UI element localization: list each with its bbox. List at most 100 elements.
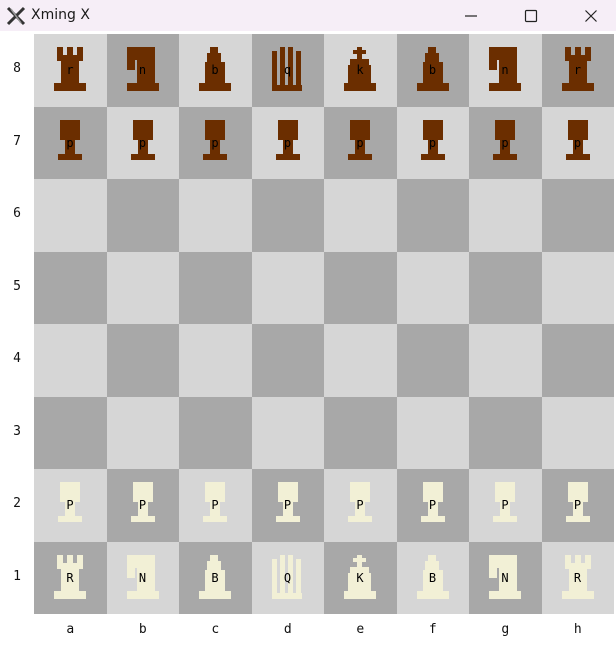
black-bishop-icon[interactable]: b — [195, 46, 235, 96]
black-rook-icon[interactable]: r — [50, 46, 90, 96]
white-bishop-icon[interactable]: B — [195, 554, 235, 604]
square-c4[interactable] — [179, 324, 252, 397]
square-h2[interactable]: P — [541, 469, 614, 542]
black-pawn-icon[interactable]: p — [195, 119, 235, 169]
square-d7[interactable]: p — [251, 106, 324, 179]
square-c3[interactable] — [179, 396, 252, 469]
square-a2[interactable]: P — [34, 469, 107, 542]
square-f6[interactable] — [396, 179, 469, 252]
square-c8[interactable]: b — [179, 34, 252, 107]
square-a5[interactable] — [34, 251, 107, 324]
square-f8[interactable]: b — [396, 34, 469, 107]
square-g6[interactable] — [469, 179, 542, 252]
white-pawn-icon[interactable]: P — [123, 481, 163, 531]
square-a3[interactable] — [34, 396, 107, 469]
square-c7[interactable]: p — [179, 106, 252, 179]
black-pawn-icon[interactable]: p — [123, 119, 163, 169]
square-d8[interactable]: q — [251, 34, 324, 107]
minimize-button[interactable] — [448, 0, 494, 31]
white-knight-icon[interactable]: N — [485, 554, 525, 604]
square-f1[interactable]: B — [396, 541, 469, 614]
square-g7[interactable]: p — [469, 106, 542, 179]
square-g3[interactable] — [469, 396, 542, 469]
chess-board[interactable]: r n b q k b n r p p p p p p p p P P P P P P P P R N B Q K B N R — [34, 34, 614, 614]
square-d6[interactable] — [251, 179, 324, 252]
square-b7[interactable]: p — [106, 106, 179, 179]
white-bishop-icon[interactable]: B — [413, 554, 453, 604]
square-d2[interactable]: P — [251, 469, 324, 542]
square-c1[interactable]: B — [179, 541, 252, 614]
white-king-icon[interactable]: K — [340, 554, 380, 604]
square-b6[interactable] — [106, 179, 179, 252]
white-knight-icon[interactable]: N — [123, 554, 163, 604]
square-g8[interactable]: n — [469, 34, 542, 107]
white-pawn-icon[interactable]: P — [340, 481, 380, 531]
square-d4[interactable] — [251, 324, 324, 397]
black-pawn-icon[interactable]: p — [268, 119, 308, 169]
square-h3[interactable] — [541, 396, 614, 469]
black-king-icon[interactable]: k — [340, 46, 380, 96]
black-bishop-icon[interactable]: b — [413, 46, 453, 96]
square-e1[interactable]: K — [324, 541, 397, 614]
square-h8[interactable]: r — [541, 34, 614, 107]
white-rook-icon[interactable]: R — [558, 554, 598, 604]
black-rook-icon[interactable]: r — [558, 46, 598, 96]
square-f4[interactable] — [396, 324, 469, 397]
square-a8[interactable]: r — [34, 34, 107, 107]
square-a6[interactable] — [34, 179, 107, 252]
square-h4[interactable] — [541, 324, 614, 397]
square-e2[interactable]: P — [324, 469, 397, 542]
square-d5[interactable] — [251, 251, 324, 324]
square-h6[interactable] — [541, 179, 614, 252]
square-e7[interactable]: p — [324, 106, 397, 179]
black-knight-icon[interactable]: n — [485, 46, 525, 96]
black-pawn-icon[interactable]: p — [340, 119, 380, 169]
square-b3[interactable] — [106, 396, 179, 469]
square-f2[interactable]: P — [396, 469, 469, 542]
white-pawn-icon[interactable]: P — [195, 481, 235, 531]
black-pawn-icon[interactable]: p — [485, 119, 525, 169]
white-pawn-icon[interactable]: P — [558, 481, 598, 531]
square-a1[interactable]: R — [34, 541, 107, 614]
square-e8[interactable]: k — [324, 34, 397, 107]
square-d3[interactable] — [251, 396, 324, 469]
black-knight-icon[interactable]: n — [123, 46, 163, 96]
square-e4[interactable] — [324, 324, 397, 397]
white-pawn-icon[interactable]: P — [485, 481, 525, 531]
close-button[interactable] — [568, 0, 614, 31]
square-g5[interactable] — [469, 251, 542, 324]
white-rook-icon[interactable]: R — [50, 554, 90, 604]
square-c2[interactable]: P — [179, 469, 252, 542]
square-a7[interactable]: p — [34, 106, 107, 179]
square-f3[interactable] — [396, 396, 469, 469]
black-pawn-icon[interactable]: p — [558, 119, 598, 169]
square-h7[interactable]: p — [541, 106, 614, 179]
white-pawn-icon[interactable]: P — [50, 481, 90, 531]
square-h5[interactable] — [541, 251, 614, 324]
square-e5[interactable] — [324, 251, 397, 324]
black-pawn-icon[interactable]: p — [50, 119, 90, 169]
square-b2[interactable]: P — [106, 469, 179, 542]
black-pawn-icon[interactable]: p — [413, 119, 453, 169]
maximize-button[interactable] — [508, 0, 554, 31]
black-queen-icon[interactable]: q — [268, 46, 308, 96]
square-b4[interactable] — [106, 324, 179, 397]
square-f5[interactable] — [396, 251, 469, 324]
square-b8[interactable]: n — [106, 34, 179, 107]
square-e6[interactable] — [324, 179, 397, 252]
white-pawn-icon[interactable]: P — [268, 481, 308, 531]
square-d1[interactable]: Q — [251, 541, 324, 614]
square-f7[interactable]: p — [396, 106, 469, 179]
square-h1[interactable]: R — [541, 541, 614, 614]
square-a4[interactable] — [34, 324, 107, 397]
square-e3[interactable] — [324, 396, 397, 469]
square-g2[interactable]: P — [469, 469, 542, 542]
square-c5[interactable] — [179, 251, 252, 324]
square-b5[interactable] — [106, 251, 179, 324]
square-b1[interactable]: N — [106, 541, 179, 614]
xming-x-icon[interactable] — [6, 6, 26, 26]
square-g1[interactable]: N — [469, 541, 542, 614]
white-queen-icon[interactable]: Q — [268, 554, 308, 604]
white-pawn-icon[interactable]: P — [413, 481, 453, 531]
square-g4[interactable] — [469, 324, 542, 397]
